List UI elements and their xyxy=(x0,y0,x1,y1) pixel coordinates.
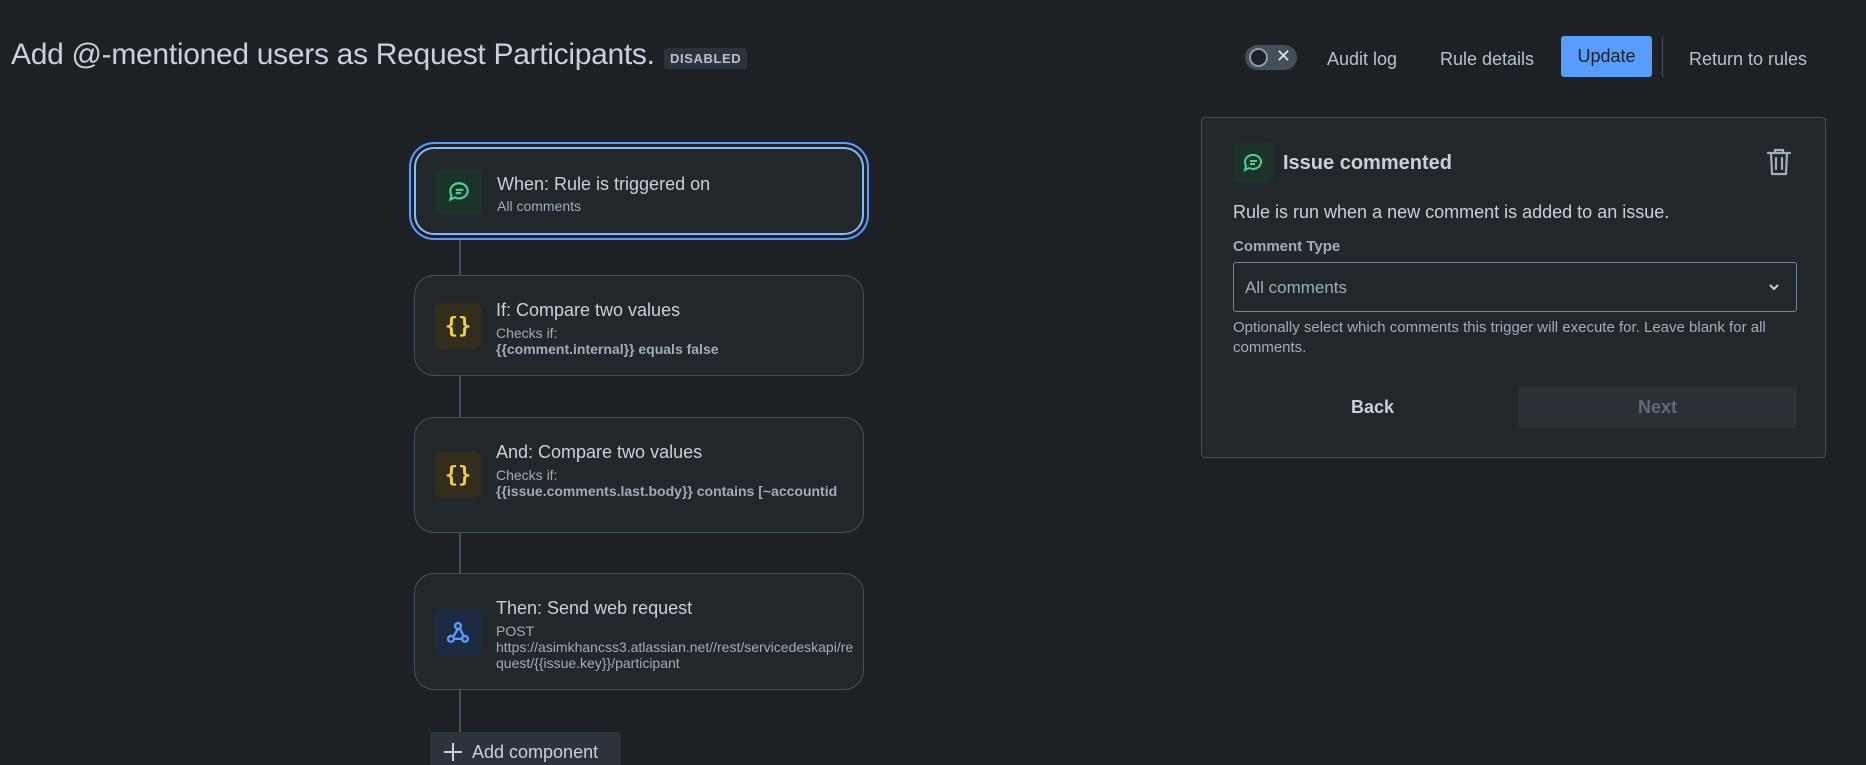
rule-enable-toggle[interactable]: ✕ xyxy=(1245,45,1297,70)
plus-icon xyxy=(444,743,462,761)
close-icon: ✕ xyxy=(1275,46,1291,66)
component-config-panel: Issue commented Rule is run when a new c… xyxy=(1201,117,1826,458)
trigger-title: When: Rule is triggered on xyxy=(497,174,711,194)
audit-log-button[interactable]: Audit log xyxy=(1317,42,1407,76)
webhook-icon xyxy=(435,610,481,656)
action-method: POST xyxy=(496,623,535,639)
action-title: Then: Send web request xyxy=(496,598,693,618)
comment-type-help: Optionally select which comments this tr… xyxy=(1233,319,1766,356)
condition-title: If: Compare two values xyxy=(496,300,681,320)
condition-detail: {{comment.internal}} equals false xyxy=(496,341,719,357)
status-badge: DISABLED xyxy=(664,48,748,69)
page-title: Add @-mentioned users as Request Partici… xyxy=(11,38,655,71)
trigger-subtitle: All comments xyxy=(497,198,582,214)
add-component-label: Add component xyxy=(472,741,599,762)
add-component-button[interactable]: Add component xyxy=(430,732,621,765)
flow-connector xyxy=(459,532,461,574)
flow-connector xyxy=(459,690,461,732)
condition-card[interactable]: {} And: Compare two values Checks if: {{… xyxy=(414,417,864,533)
comment-type-value: All comments xyxy=(1245,278,1348,297)
condition-detail: {{issue.comments.last.body}} contains [~… xyxy=(496,483,838,499)
toggle-knob xyxy=(1249,48,1268,67)
braces-glyph: {} xyxy=(444,462,472,488)
condition-subtitle: Checks if: xyxy=(496,467,558,483)
rule-details-button[interactable]: Rule details xyxy=(1430,42,1544,76)
chevron-down-icon xyxy=(1769,284,1779,291)
trash-icon[interactable] xyxy=(1761,144,1797,180)
condition-title: And: Compare two values xyxy=(496,442,703,462)
update-button[interactable]: Update xyxy=(1561,36,1652,77)
back-button[interactable]: Back xyxy=(1233,387,1512,428)
comment-type-select[interactable]: All comments xyxy=(1233,262,1797,312)
action-card[interactable]: Then: Send web request POST https://asim… xyxy=(414,573,864,690)
braces-icon: {} xyxy=(435,452,481,498)
action-url: https://asimkhancss3.atlassian.net//rest… xyxy=(496,639,854,671)
condition-card[interactable]: {} If: Compare two values Checks if: {{c… xyxy=(414,275,864,376)
panel-description: Rule is run when a new comment is added … xyxy=(1233,202,1670,222)
trigger-card[interactable]: When: Rule is triggered on All comments xyxy=(414,147,864,235)
comment-type-label: Comment Type xyxy=(1233,238,1341,255)
header-divider xyxy=(1662,37,1663,77)
condition-subtitle: Checks if: xyxy=(496,325,558,341)
comment-icon xyxy=(436,169,482,215)
flow-connector xyxy=(459,236,461,276)
braces-icon: {} xyxy=(435,303,481,349)
comment-icon xyxy=(1233,143,1273,183)
return-to-rules-button[interactable]: Return to rules xyxy=(1679,42,1817,76)
panel-title: Issue commented xyxy=(1283,152,1452,174)
braces-glyph: {} xyxy=(444,313,472,339)
next-button[interactable]: Next xyxy=(1518,387,1797,428)
flow-connector xyxy=(459,375,461,417)
